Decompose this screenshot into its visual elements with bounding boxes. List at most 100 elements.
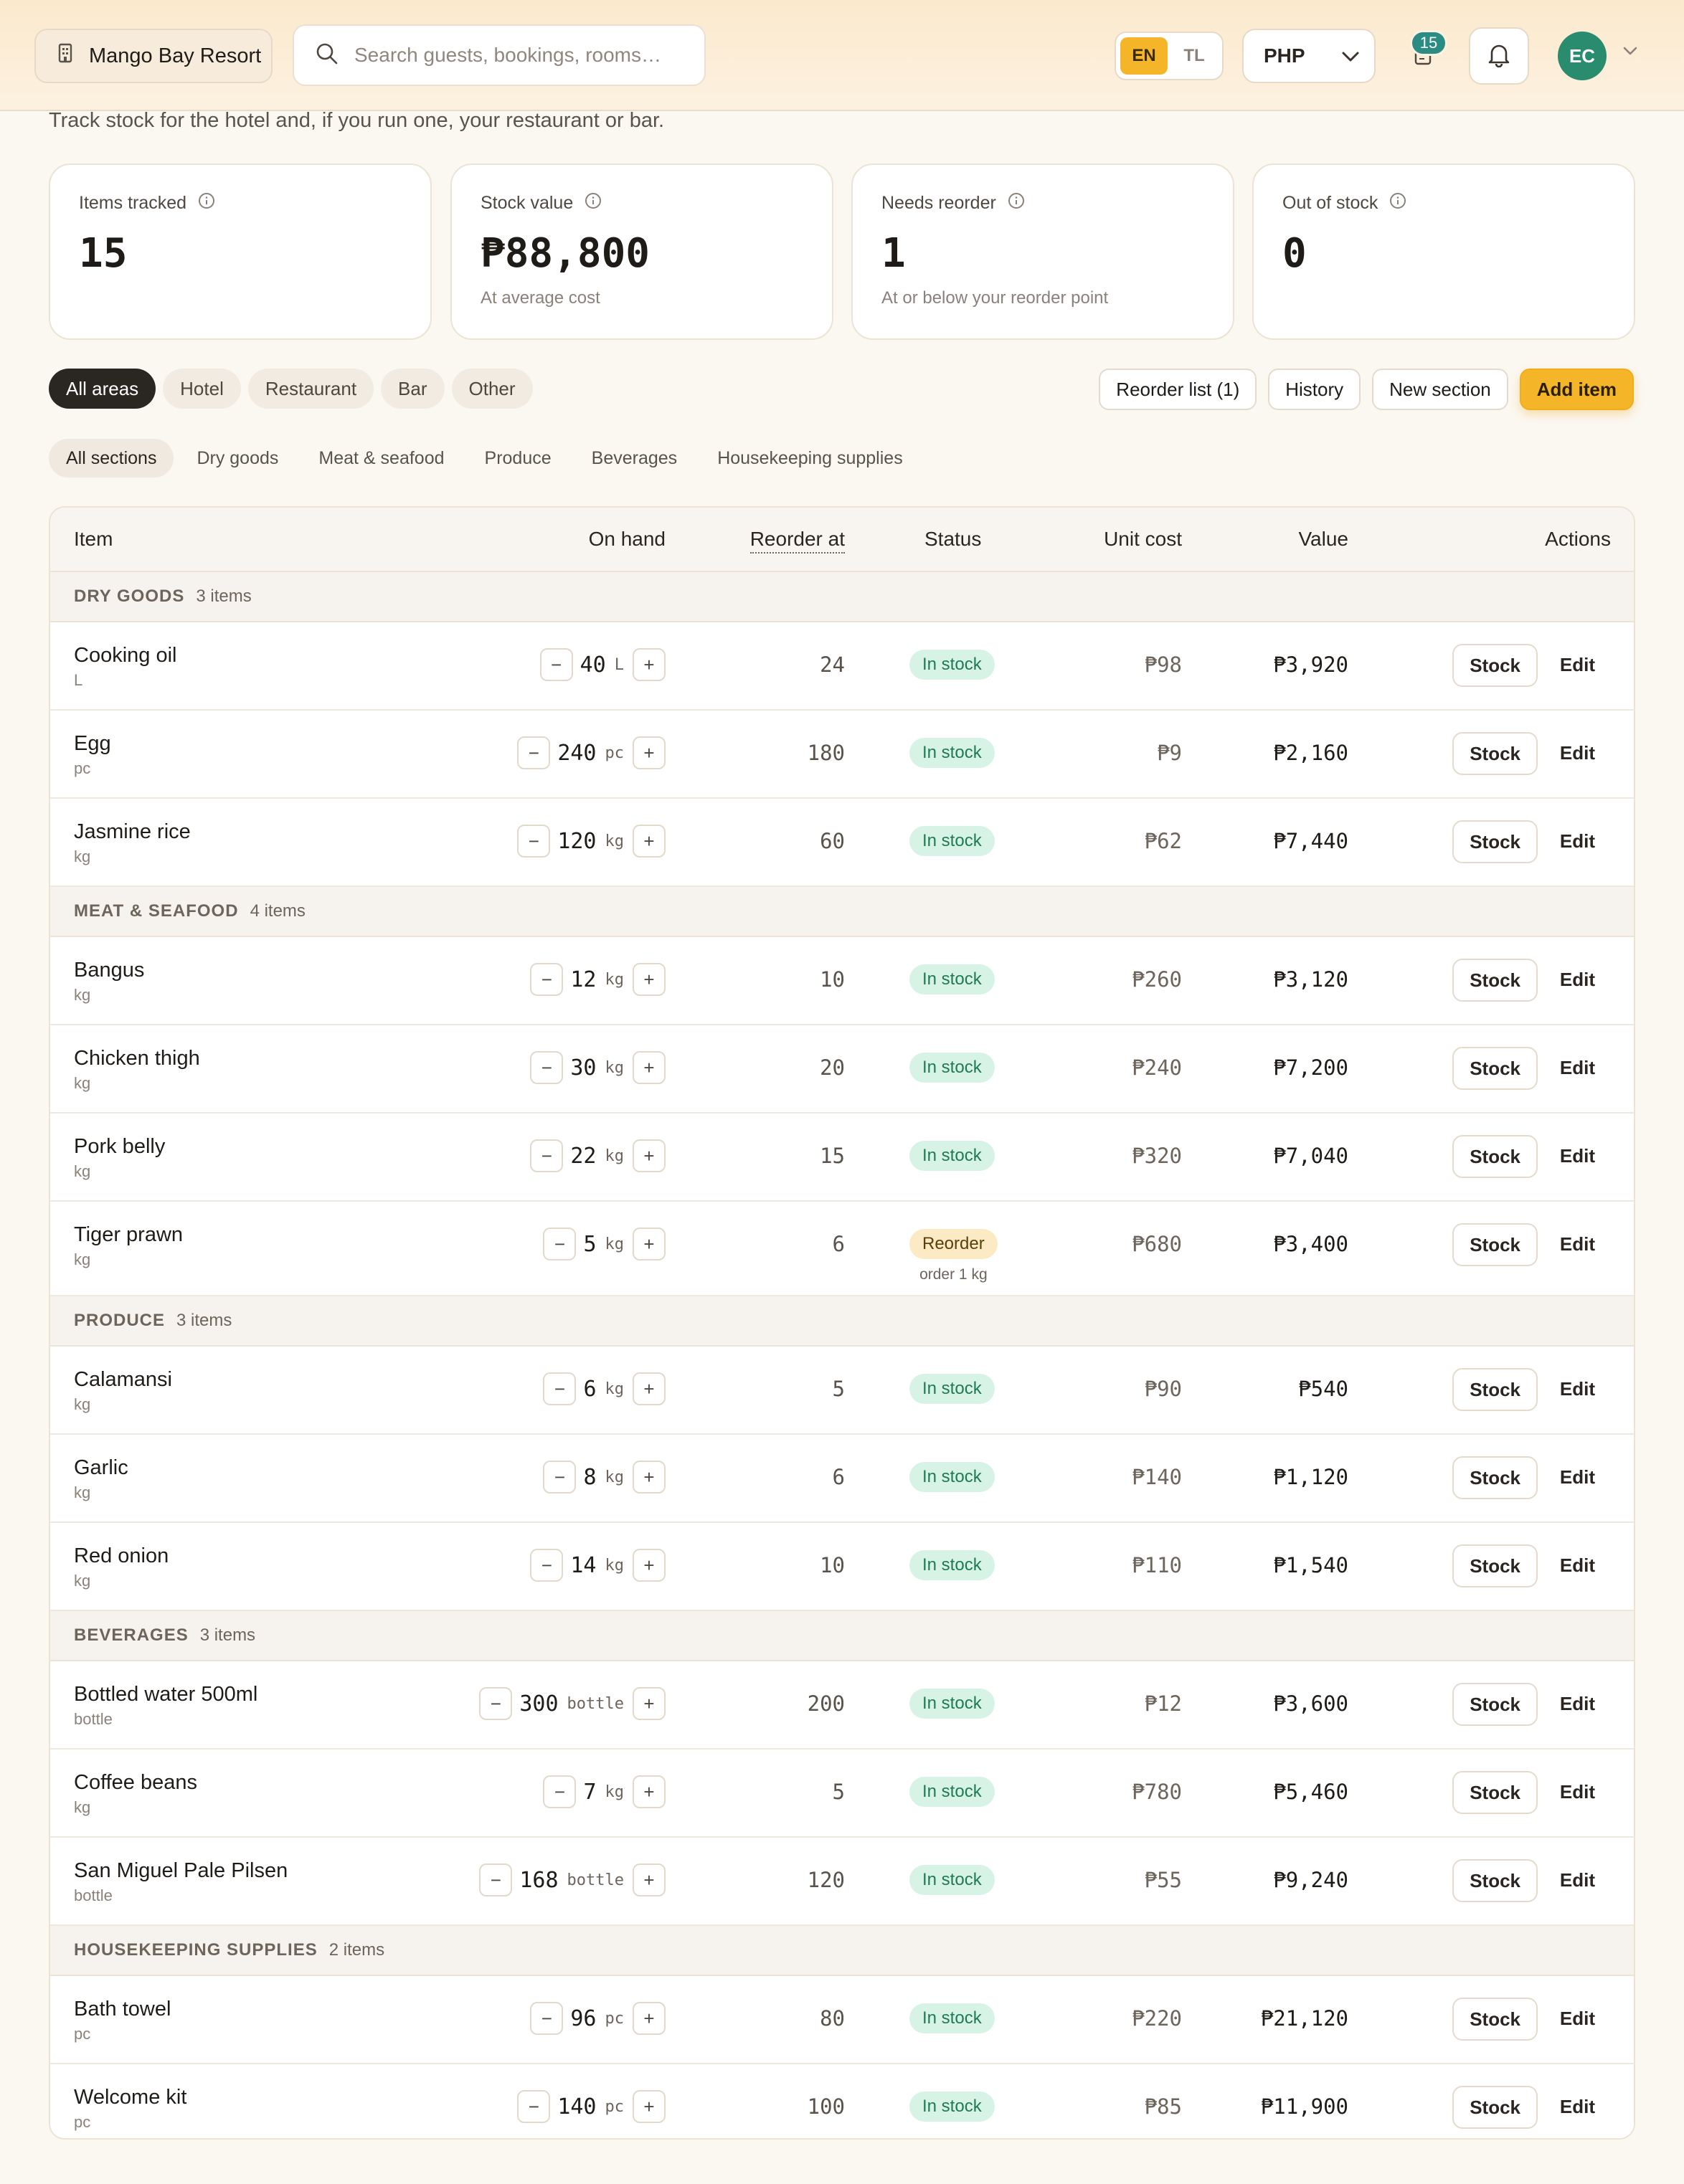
edit-button[interactable]: Edit [1560, 2096, 1595, 2118]
status-badge: In stock [909, 1462, 995, 1492]
edit-button[interactable]: Edit [1560, 742, 1595, 764]
area-chip-bar[interactable]: Bar [381, 369, 445, 409]
stock-button[interactable]: Stock [1452, 1135, 1538, 1178]
info-icon[interactable] [585, 192, 602, 214]
decrease-button[interactable]: − [517, 736, 551, 769]
stock-button[interactable]: Stock [1452, 732, 1538, 775]
decrease-button[interactable]: − [479, 1863, 513, 1896]
increase-button[interactable]: + [633, 1775, 666, 1808]
tab-housekeeping-supplies[interactable]: Housekeeping supplies [700, 439, 920, 478]
edit-button[interactable]: Edit [1560, 1869, 1595, 1891]
decrease-button[interactable]: − [517, 825, 551, 858]
item-name: Chicken thigh [74, 1047, 200, 1070]
info-icon[interactable] [1008, 192, 1025, 214]
stock-button[interactable]: Stock [1452, 1368, 1538, 1411]
increase-button[interactable]: + [633, 1228, 666, 1260]
tab-all-sections[interactable]: All sections [49, 439, 174, 478]
increase-button[interactable]: + [633, 1461, 666, 1494]
area-chip-restaurant[interactable]: Restaurant [247, 369, 374, 409]
stock-button[interactable]: Stock [1452, 1047, 1538, 1090]
increase-button[interactable]: + [633, 825, 666, 858]
decrease-button[interactable]: − [530, 1549, 564, 1582]
tab-produce[interactable]: Produce [468, 439, 569, 478]
stock-button[interactable]: Stock [1452, 644, 1538, 687]
stock-button[interactable]: Stock [1452, 2086, 1538, 2129]
stock-button[interactable]: Stock [1452, 1683, 1538, 1726]
area-chip-hotel[interactable]: Hotel [163, 369, 241, 409]
decrease-button[interactable]: − [543, 1775, 577, 1808]
stock-button[interactable]: Stock [1452, 1998, 1538, 2041]
edit-button[interactable]: Edit [1560, 830, 1595, 853]
edit-button[interactable]: Edit [1560, 2008, 1595, 2030]
stock-button[interactable]: Stock [1452, 1771, 1538, 1814]
lang-en-button[interactable]: EN [1120, 37, 1168, 75]
history-button[interactable]: History [1268, 369, 1361, 410]
increase-button[interactable]: + [633, 963, 666, 996]
stock-value: ₱9,240 [1273, 1868, 1348, 1892]
info-icon[interactable] [198, 192, 215, 214]
stock-button[interactable]: Stock [1452, 1456, 1538, 1499]
increase-button[interactable]: + [633, 736, 666, 769]
increase-button[interactable]: + [633, 648, 666, 681]
decrease-button[interactable]: − [543, 1228, 577, 1260]
decrease-button[interactable]: − [543, 1372, 577, 1405]
decrease-button[interactable]: − [517, 2090, 551, 2123]
lang-tl-button[interactable]: TL [1170, 37, 1218, 75]
info-icon[interactable] [1389, 192, 1406, 214]
decrease-button[interactable]: − [530, 1139, 564, 1172]
tab-meat-seafood[interactable]: Meat & seafood [301, 439, 461, 478]
stock-button[interactable]: Stock [1452, 1223, 1538, 1266]
notifications-button[interactable] [1469, 27, 1529, 85]
page-subtitle: Track stock for the hotel and, if you ru… [49, 109, 665, 132]
area-chip-all[interactable]: All areas [49, 369, 156, 409]
add-item-button[interactable]: Add item [1519, 369, 1634, 410]
edit-button[interactable]: Edit [1560, 1781, 1595, 1803]
unit-cost: ₱9 [1157, 741, 1182, 765]
edit-button[interactable]: Edit [1560, 1693, 1595, 1715]
edit-button[interactable]: Edit [1560, 1466, 1595, 1489]
decrease-button[interactable]: − [479, 1687, 513, 1720]
column-header-reorder-at[interactable]: Reorder at [749, 528, 845, 554]
increase-button[interactable]: + [633, 1549, 666, 1582]
global-search[interactable] [293, 24, 706, 86]
edit-button[interactable]: Edit [1560, 1554, 1595, 1577]
chevron-down-icon[interactable] [1622, 46, 1638, 60]
increase-button[interactable]: + [633, 2002, 666, 2035]
on-hand-qty: 120 [557, 828, 597, 854]
currency-select[interactable]: PHP [1242, 29, 1376, 83]
increase-button[interactable]: + [633, 1139, 666, 1172]
edit-button[interactable]: Edit [1560, 1057, 1595, 1079]
edit-button[interactable]: Edit [1560, 1233, 1595, 1255]
search-input[interactable] [354, 44, 677, 67]
decrease-button[interactable]: − [530, 963, 564, 996]
decrease-button[interactable]: − [543, 1461, 577, 1494]
tab-beverages[interactable]: Beverages [574, 439, 695, 478]
decrease-button[interactable]: − [530, 1051, 564, 1084]
stock-button[interactable]: Stock [1452, 959, 1538, 1002]
section-group-count: 3 items [196, 587, 252, 606]
tab-dry-goods[interactable]: Dry goods [179, 439, 295, 478]
avatar[interactable]: EC [1558, 32, 1607, 80]
increase-button[interactable]: + [633, 2090, 666, 2123]
reorder-list-button[interactable]: Reorder list (1) [1099, 369, 1257, 410]
edit-button[interactable]: Edit [1560, 969, 1595, 991]
stock-button[interactable]: Stock [1452, 1544, 1538, 1587]
reorder-point: 5 [832, 1780, 845, 1804]
increase-button[interactable]: + [633, 1687, 666, 1720]
stock-button[interactable]: Stock [1452, 820, 1538, 863]
edit-button[interactable]: Edit [1560, 1378, 1595, 1400]
edit-button[interactable]: Edit [1560, 654, 1595, 676]
increase-button[interactable]: + [633, 1372, 666, 1405]
property-switcher[interactable]: Mango Bay Resort [34, 29, 273, 83]
edit-button[interactable]: Edit [1560, 1145, 1595, 1167]
new-section-button[interactable]: New section [1372, 369, 1508, 410]
increase-button[interactable]: + [633, 1051, 666, 1084]
increase-button[interactable]: + [633, 1863, 666, 1896]
status-badge: In stock [909, 1550, 995, 1580]
unit-cost: ₱90 [1144, 1377, 1182, 1401]
stock-button[interactable]: Stock [1452, 1859, 1538, 1902]
decrease-button[interactable]: − [539, 648, 573, 681]
area-chip-other[interactable]: Other [451, 369, 533, 409]
decrease-button[interactable]: − [530, 2002, 564, 2035]
reorder-point: 200 [807, 1691, 845, 1716]
